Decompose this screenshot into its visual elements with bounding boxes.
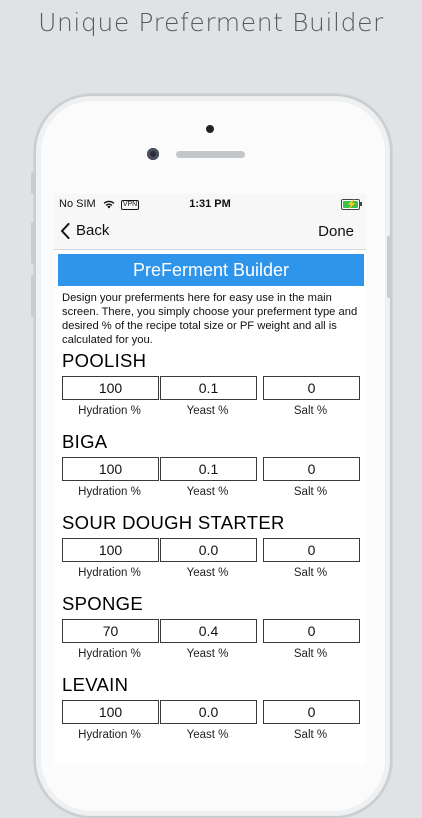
navigation-bar: Back Done (54, 214, 366, 250)
salt-input[interactable] (263, 700, 360, 724)
field-row (62, 457, 360, 481)
page-description: Design your preferments here for easy us… (62, 292, 358, 346)
screen: No SIM VPN 1:31 PM ⚡ Back Done PreFermen… (54, 194, 366, 764)
field-row (62, 700, 360, 724)
preferment-section-sponge: SPONGE Hydration % Yeast % Salt % (54, 593, 366, 675)
salt-input[interactable] (263, 538, 360, 562)
section-title: BIGA (62, 431, 108, 452)
yeast-label: Yeast % (186, 567, 229, 579)
content: PreFerment Builder Design your prefermen… (54, 250, 366, 764)
yeast-label: Yeast % (186, 729, 229, 741)
hydration-input[interactable] (62, 376, 159, 400)
power-button (387, 236, 391, 298)
front-camera (147, 148, 159, 160)
hydration-label: Hydration % (78, 486, 141, 498)
yeast-input[interactable] (160, 700, 257, 724)
salt-input[interactable] (263, 457, 360, 481)
salt-label: Salt % (293, 648, 328, 660)
hydration-label: Hydration % (78, 567, 141, 579)
yeast-input[interactable] (160, 538, 257, 562)
salt-label: Salt % (293, 567, 328, 579)
preferment-section-poolish: POOLISH Hydration % Yeast % Salt % (54, 350, 366, 432)
section-title: LEVAIN (62, 674, 129, 695)
field-labels: Hydration % Yeast % Salt % (62, 648, 360, 662)
battery-icon: ⚡ (341, 199, 362, 210)
field-labels: Hydration % Yeast % Salt % (62, 729, 360, 743)
field-labels: Hydration % Yeast % Salt % (62, 486, 360, 500)
headline: Unique Preferment Builder (38, 8, 384, 37)
yeast-label: Yeast % (186, 486, 229, 498)
salt-label: Salt % (293, 405, 328, 417)
section-title: SPONGE (62, 593, 143, 614)
yeast-label: Yeast % (186, 648, 229, 660)
yeast-input[interactable] (160, 376, 257, 400)
hydration-label: Hydration % (78, 648, 141, 660)
earpiece-speaker (176, 151, 245, 158)
field-row (62, 376, 360, 400)
hydration-input[interactable] (62, 619, 159, 643)
page-title: PreFerment Builder (58, 254, 364, 286)
silent-switch (31, 172, 35, 194)
yeast-input[interactable] (160, 457, 257, 481)
hydration-input[interactable] (62, 538, 159, 562)
chevron-left-icon (61, 222, 70, 239)
field-row (62, 538, 360, 562)
salt-input[interactable] (263, 376, 360, 400)
hydration-label: Hydration % (78, 405, 141, 417)
section-title: SOUR DOUGH STARTER (62, 512, 285, 533)
yeast-input[interactable] (160, 619, 257, 643)
hydration-input[interactable] (62, 700, 159, 724)
volume-up-button (31, 222, 35, 264)
back-label: Back (76, 222, 110, 239)
hydration-input[interactable] (62, 457, 159, 481)
status-time: 1:31 PM (189, 198, 231, 210)
status-bar: No SIM VPN 1:31 PM ⚡ (54, 194, 366, 214)
volume-down-button (31, 275, 35, 317)
hydration-label: Hydration % (78, 729, 141, 741)
preferment-section-levain: LEVAIN Hydration % Yeast % Salt % (54, 674, 366, 756)
preferment-section-sour-dough-starter: SOUR DOUGH STARTER Hydration % Yeast % S… (54, 512, 366, 594)
proximity-sensor (206, 125, 214, 133)
field-labels: Hydration % Yeast % Salt % (62, 405, 360, 419)
done-button[interactable]: Done (318, 223, 354, 240)
salt-label: Salt % (293, 729, 328, 741)
preferment-section-biga: BIGA Hydration % Yeast % Salt % (54, 431, 366, 513)
field-labels: Hydration % Yeast % Salt % (62, 567, 360, 581)
salt-input[interactable] (263, 619, 360, 643)
section-title: POOLISH (62, 350, 147, 371)
yeast-label: Yeast % (186, 405, 229, 417)
back-button[interactable]: Back (60, 222, 109, 239)
salt-label: Salt % (293, 486, 328, 498)
field-row (62, 619, 360, 643)
